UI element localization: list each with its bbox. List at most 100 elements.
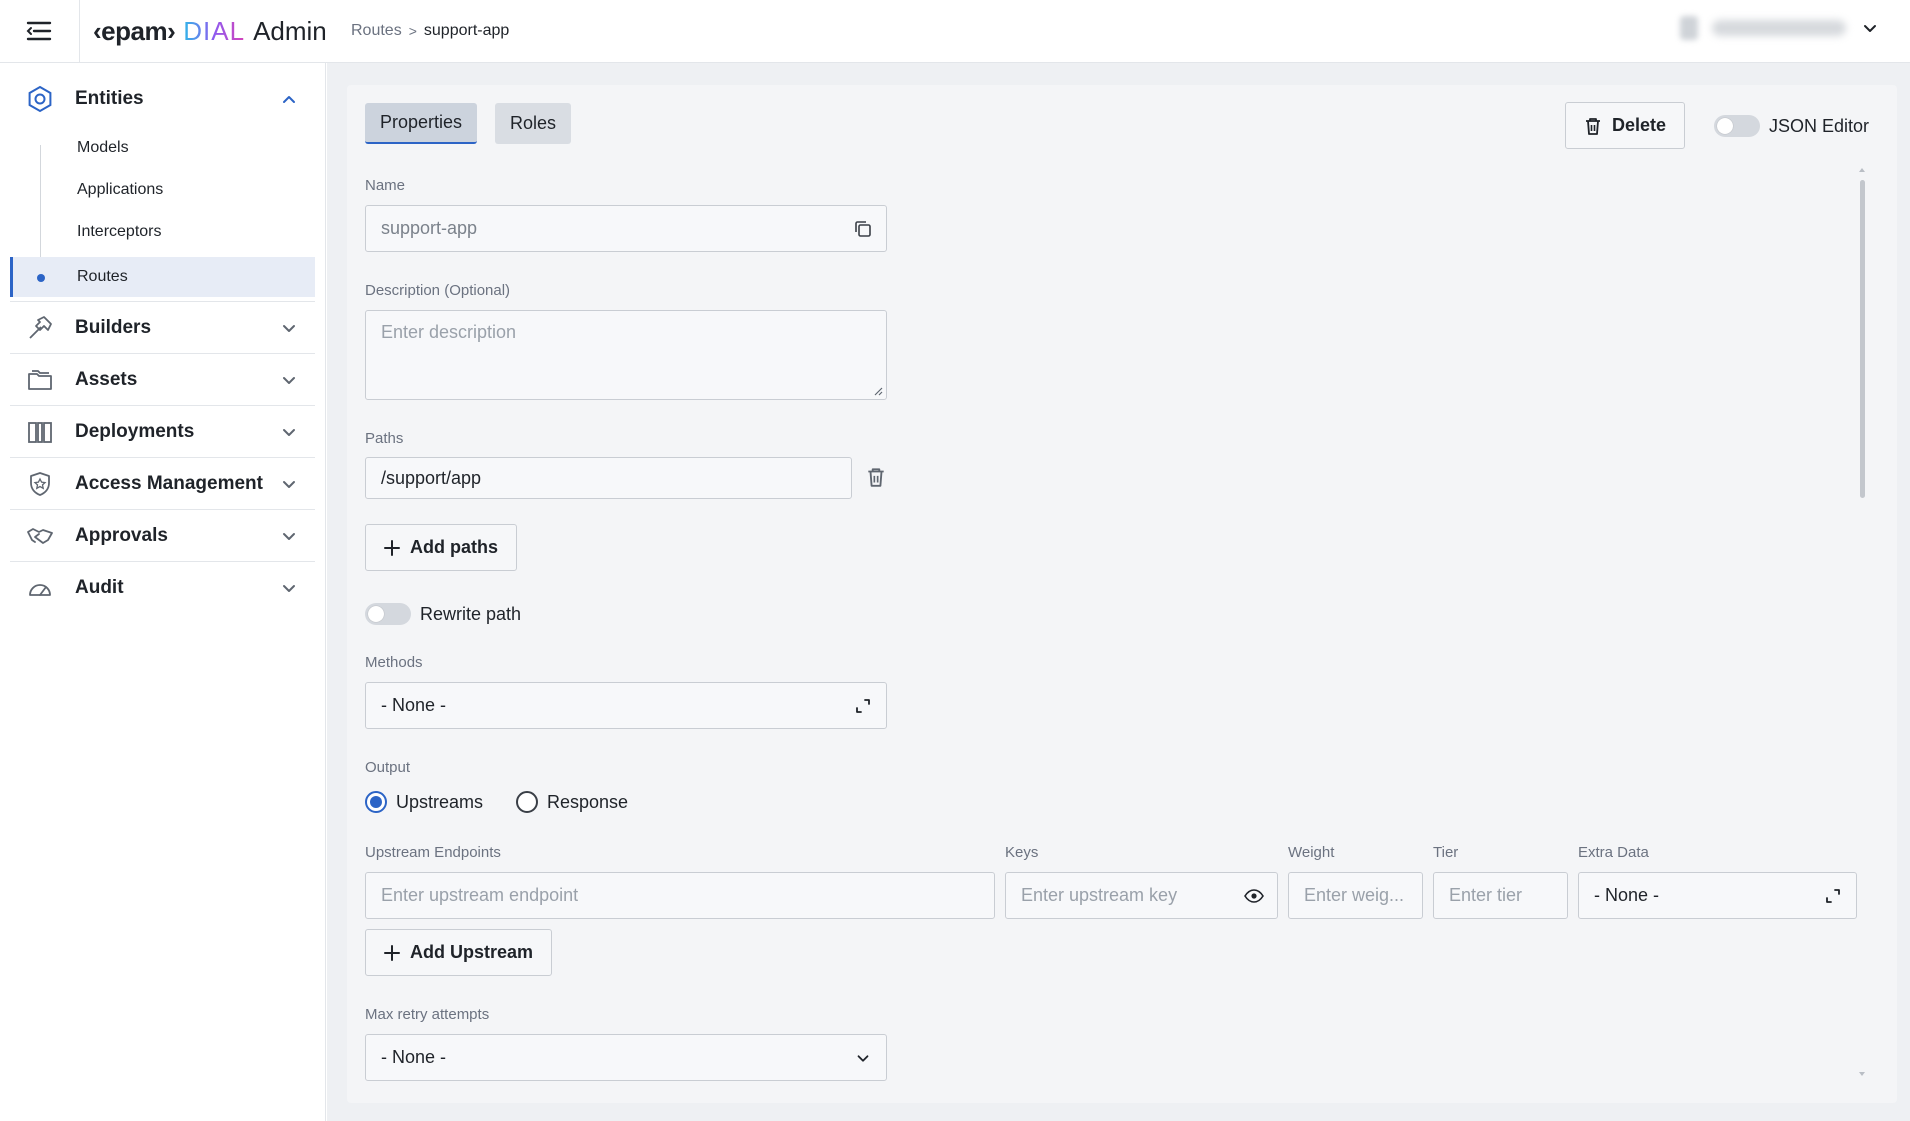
expand-icon[interactable] [1822,885,1844,907]
chevron-down-icon [1864,25,1876,32]
sidebar-group-label: Approvals [75,524,168,546]
name-label: Name [365,177,406,194]
max-retry-value: - None - [381,1047,447,1067]
max-retry-select[interactable]: - None - [365,1034,887,1081]
copy-icon[interactable] [852,218,874,240]
user-name-redacted [1712,20,1846,36]
top-header: ‹epam› DIAL Admin Routes > support-app [0,0,1910,63]
description-field[interactable]: Enter description [365,310,887,400]
sidebar-group-deployments[interactable]: Deployments [10,406,315,457]
sidebar-item-interceptors[interactable]: Interceptors [10,212,315,252]
json-editor-toggle[interactable] [1714,115,1760,137]
dial-logo-text: DIAL [183,15,246,46]
output-radio-response[interactable]: Response [516,791,628,813]
toggle-knob [368,606,384,622]
keys-label: Keys [1005,844,1039,861]
avatar [1680,16,1698,40]
plus-icon [384,539,400,556]
header-divider [79,0,80,63]
chevron-down-icon [283,377,295,384]
scroll-down-arrow-icon[interactable] [1858,1070,1866,1078]
sidebar-group-label: Entities [75,87,144,109]
extra-data-select[interactable]: - None - [1578,872,1857,919]
path-input[interactable]: /support/app [365,457,852,499]
tab-properties[interactable]: Properties [365,103,478,144]
methods-select[interactable]: - None - [365,682,887,729]
content-scrollbar[interactable] [1858,166,1866,1078]
sidebar-item-label: Interceptors [77,223,162,240]
delete-button[interactable]: Delete [1565,102,1686,149]
sidebar-group-audit[interactable]: Audit [10,562,315,613]
upstream-key-placeholder: Enter upstream key [1021,885,1178,905]
admin-logo-text: Admin [253,15,327,46]
chevron-down-icon[interactable] [852,1047,874,1069]
sidebar-item-applications[interactable]: Applications [10,170,315,210]
resize-handle-icon[interactable] [873,386,883,396]
sidebar-group-label: Builders [75,316,152,338]
path-value: /support/app [381,467,482,488]
radio-circle [365,791,387,813]
chevron-down-icon [283,585,295,592]
sidebar-item-label: Models [77,139,129,156]
tab-roles[interactable]: Roles [495,103,572,144]
weight-input[interactable]: Enter weig... [1288,872,1423,919]
breadcrumb-routes-link[interactable]: Routes [351,22,402,40]
handshake-icon [27,528,53,544]
tier-input[interactable]: Enter tier [1433,872,1568,919]
sidebar-group-builders[interactable]: Builders [10,302,315,353]
eye-icon[interactable] [1243,885,1265,907]
radio-label: Upstreams [396,791,484,812]
output-radio-upstreams[interactable]: Upstreams [365,791,483,813]
breadcrumb-separator: > [408,23,417,39]
breadcrumb-current: support-app [423,22,510,39]
extra-data-value: - None - [1594,885,1660,905]
sidebar-group-assets[interactable]: Assets [10,354,315,405]
methods-value: - None - [381,695,447,715]
sidebar-group-access-management[interactable]: Access Management [10,458,315,509]
radio-label: Response [547,791,629,812]
add-paths-button[interactable]: Add paths [365,524,517,571]
radio-circle [516,791,538,813]
scroll-up-arrow-icon[interactable] [1858,166,1866,174]
epam-logo: ‹epam› [93,15,176,46]
expand-icon[interactable] [852,695,874,717]
sidebar-group-label: Access Management [75,472,263,494]
sidebar-item-routes[interactable]: Routes [10,257,315,297]
upstream-endpoint-placeholder: Enter upstream endpoint [381,885,579,905]
breadcrumb: Routes > support-app [351,22,509,40]
extra-data-label: Extra Data [1578,844,1649,861]
upstream-endpoints-label: Upstream Endpoints [365,844,501,861]
add-upstream-button[interactable]: Add Upstream [365,929,553,976]
sidebar-group-label: Deployments [75,420,195,442]
tier-label: Tier [1433,844,1459,861]
rewrite-path-label: Rewrite path [420,604,522,624]
folder-icon [28,370,52,390]
chevron-down-icon [283,325,295,332]
chevron-down-icon [283,429,295,436]
sidebar-group-approvals[interactable]: Approvals [10,510,315,561]
sidebar-group-entities[interactable]: Entities [10,73,315,124]
brand-logo[interactable]: ‹epam› DIAL Admin [93,14,327,48]
rewrite-path-toggle[interactable] [365,603,411,625]
name-field[interactable]: support-app [365,205,887,252]
gauge-icon [29,584,51,596]
trash-icon [1586,117,1600,135]
weight-label: Weight [1288,844,1335,861]
chevron-down-icon [283,481,295,488]
sidebar-item-models[interactable]: Models [10,128,315,168]
output-label: Output [365,759,411,776]
user-menu[interactable] [1680,16,1880,40]
description-placeholder: Enter description [381,322,517,342]
delete-button-label: Delete [1612,115,1667,135]
sidebar: Entities Models Applications Interceptor… [0,63,326,1121]
delete-path-icon[interactable] [866,466,886,488]
menu-collapse-icon[interactable] [26,19,52,43]
add-upstream-label: Add Upstream [410,942,534,962]
toggle-knob [1717,118,1733,134]
scrollbar-thumb[interactable] [1860,180,1865,498]
active-indicator-dot [37,274,45,282]
weight-placeholder: Enter weig... [1304,885,1405,905]
methods-label: Methods [365,654,423,671]
upstream-endpoint-input[interactable]: Enter upstream endpoint [365,872,995,919]
upstream-key-input[interactable]: Enter upstream key [1005,872,1278,919]
